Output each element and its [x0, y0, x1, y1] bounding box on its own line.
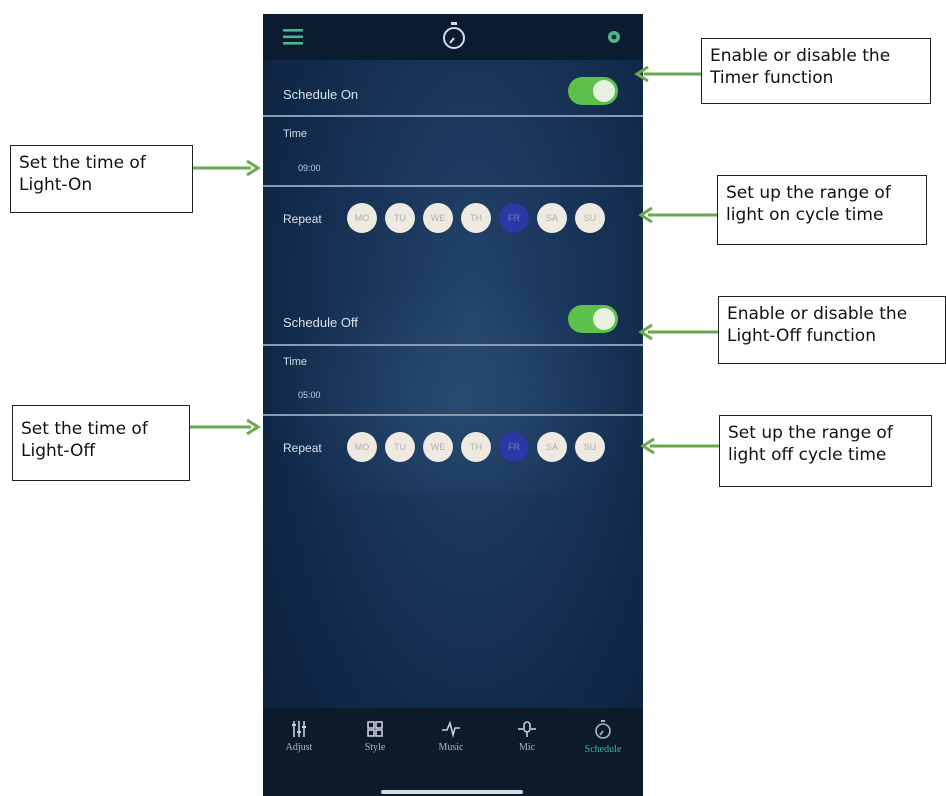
day-fr[interactable]: FR — [499, 432, 529, 462]
callout-light-on-time: Set the time of Light-On — [10, 145, 193, 213]
schedule-on-days: MO TU WE TH FR SA SU — [347, 203, 605, 233]
arrow-left-icon — [640, 437, 719, 455]
schedule-on-repeat-label: Repeat — [283, 212, 322, 226]
menu-icon[interactable] — [283, 28, 303, 46]
bottom-tab-bar: Adjust Style Music Mic Schedule — [263, 708, 643, 796]
schedule-off-days: MO TU WE TH FR SA SU — [347, 432, 605, 462]
schedule-off-time-value[interactable]: 05:00 — [298, 390, 321, 400]
divider — [263, 185, 643, 187]
tab-style[interactable]: Style — [345, 720, 405, 753]
divider — [263, 115, 643, 117]
microphone-icon — [518, 721, 536, 737]
tab-label: Style — [364, 742, 386, 753]
callout-light-off-cycle: Set up the range of light off cycle time — [719, 415, 932, 487]
day-mo[interactable]: MO — [347, 203, 377, 233]
tab-mic[interactable]: Mic — [497, 720, 557, 753]
top-bar — [263, 14, 643, 60]
timer-icon[interactable] — [441, 22, 467, 50]
day-we[interactable]: WE — [423, 203, 453, 233]
day-su[interactable]: SU — [575, 203, 605, 233]
arrow-left-icon — [634, 65, 701, 83]
tab-label: Adjust — [285, 742, 313, 753]
schedule-off-repeat-label: Repeat — [283, 441, 322, 455]
toggle-knob — [593, 80, 615, 102]
callout-light-off-time: Set the time of Light-Off — [12, 405, 190, 481]
day-tu[interactable]: TU — [385, 203, 415, 233]
tab-label: Music — [438, 742, 464, 753]
phone-screen: Schedule On Time 09:00 Repeat MO TU WE T… — [263, 14, 643, 796]
timer-icon — [595, 720, 611, 739]
schedule-on-time-label: Time — [283, 128, 308, 140]
day-we[interactable]: WE — [423, 432, 453, 462]
callout-light-on-cycle: Set up the range of light on cycle time — [717, 175, 927, 245]
home-indicator — [381, 790, 523, 794]
day-fr[interactable]: FR — [499, 203, 529, 233]
arrow-right-icon — [190, 418, 261, 436]
callout-timer-function: Enable or disable the Timer function — [701, 38, 931, 104]
tab-label: Schedule — [584, 744, 622, 755]
day-tu[interactable]: TU — [385, 432, 415, 462]
gear-icon[interactable] — [606, 29, 622, 45]
schedule-off-time-label: Time — [283, 356, 308, 368]
schedule-on-toggle[interactable] — [568, 77, 618, 105]
arrow-right-icon — [193, 159, 261, 177]
music-wave-icon — [442, 720, 460, 738]
schedule-off-label: Schedule Off — [283, 315, 358, 330]
divider — [263, 344, 643, 346]
schedule-off-toggle[interactable] — [568, 305, 618, 333]
day-sa[interactable]: SA — [537, 432, 567, 462]
arrow-left-icon — [638, 323, 718, 341]
sliders-icon — [292, 721, 306, 737]
day-th[interactable]: TH — [461, 432, 491, 462]
day-su[interactable]: SU — [575, 432, 605, 462]
tab-label: Mic — [518, 742, 536, 753]
schedule-on-time-value[interactable]: 09:00 — [298, 163, 321, 173]
day-th[interactable]: TH — [461, 203, 491, 233]
tab-schedule[interactable]: Schedule — [573, 720, 633, 755]
arrow-left-icon — [638, 206, 717, 224]
schedule-on-label: Schedule On — [283, 87, 359, 102]
grid-icon — [367, 721, 383, 737]
day-mo[interactable]: MO — [347, 432, 377, 462]
tab-adjust[interactable]: Adjust — [269, 720, 329, 753]
toggle-knob — [593, 308, 615, 330]
divider — [263, 414, 643, 416]
callout-light-off-function: Enable or disable the Light-Off function — [718, 296, 946, 364]
day-sa[interactable]: SA — [537, 203, 567, 233]
tab-music[interactable]: Music — [421, 720, 481, 753]
